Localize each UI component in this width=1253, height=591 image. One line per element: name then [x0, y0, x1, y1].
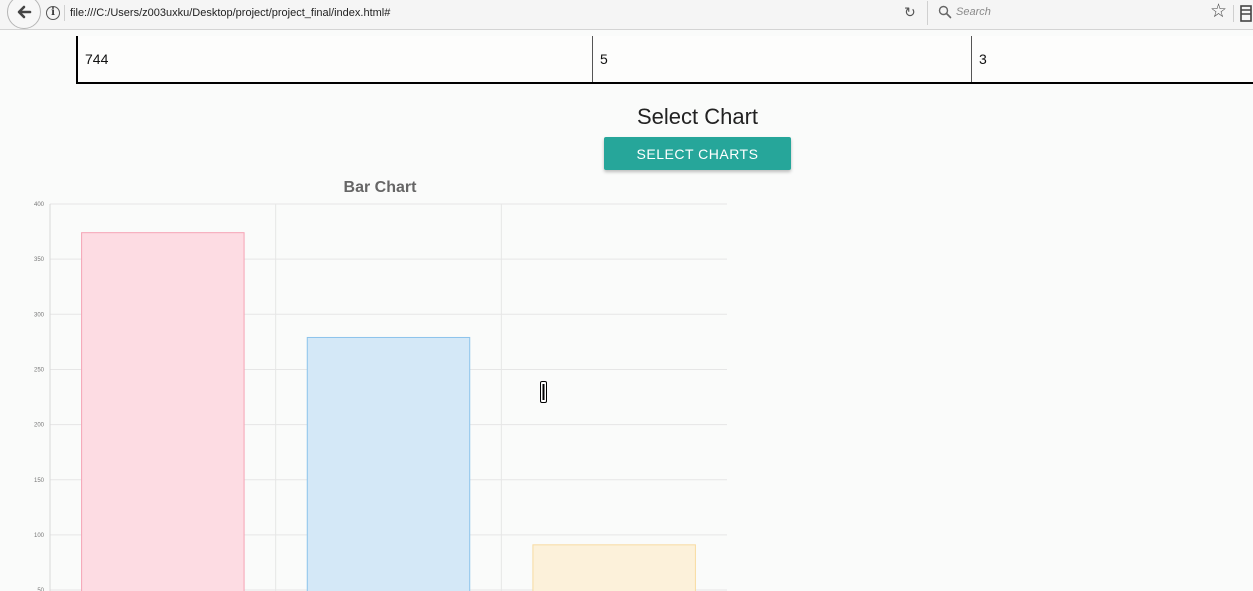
- search-input[interactable]: [956, 4, 1176, 20]
- y-tick-label: 400: [34, 202, 45, 208]
- y-tick-label: 100: [34, 533, 45, 539]
- y-tick-label: 150: [34, 478, 45, 484]
- library-icon[interactable]: [1240, 5, 1252, 22]
- select-charts-button[interactable]: SELECT CHARTS: [604, 137, 791, 170]
- chart-bar[interactable]: [532, 544, 696, 591]
- search-box[interactable]: [927, 1, 1187, 25]
- info-icon[interactable]: i: [46, 6, 60, 20]
- browser-toolbar: i file:///C:/Users/z003uxku/Desktop/proj…: [0, 0, 1253, 30]
- back-arrow-icon: [17, 5, 32, 19]
- y-tick-label: 350: [34, 257, 45, 263]
- data-table: 744 5 3: [76, 36, 1253, 84]
- y-tick-label: 300: [34, 312, 45, 318]
- table-cell: 5: [593, 36, 972, 82]
- y-tick-label: 250: [34, 367, 45, 373]
- chart-bar[interactable]: [81, 232, 245, 591]
- toolbar-divider: [1233, 5, 1234, 22]
- chart-title: Bar Chart: [344, 179, 418, 196]
- star-icon[interactable]: ☆: [1210, 2, 1227, 22]
- table-cell: 3: [979, 51, 987, 67]
- back-button[interactable]: [7, 0, 41, 29]
- bar-chart: Bar Chart 50100150200250300350400: [34, 179, 727, 591]
- search-icon: [938, 5, 952, 19]
- text-cursor-icon: [540, 381, 547, 403]
- chart-bar[interactable]: [306, 336, 471, 591]
- url-bar[interactable]: file:///C:/Users/z003uxku/Desktop/projec…: [70, 7, 390, 19]
- table-cell: 744: [78, 36, 593, 82]
- url-divider: [64, 5, 65, 21]
- reload-icon[interactable]: ↻: [904, 4, 916, 21]
- chart-bars: [81, 232, 696, 591]
- section-title: Select Chart: [636, 104, 759, 129]
- y-axis-ticks: 50100150200250300350400: [34, 202, 45, 591]
- y-tick-label: 200: [34, 423, 45, 429]
